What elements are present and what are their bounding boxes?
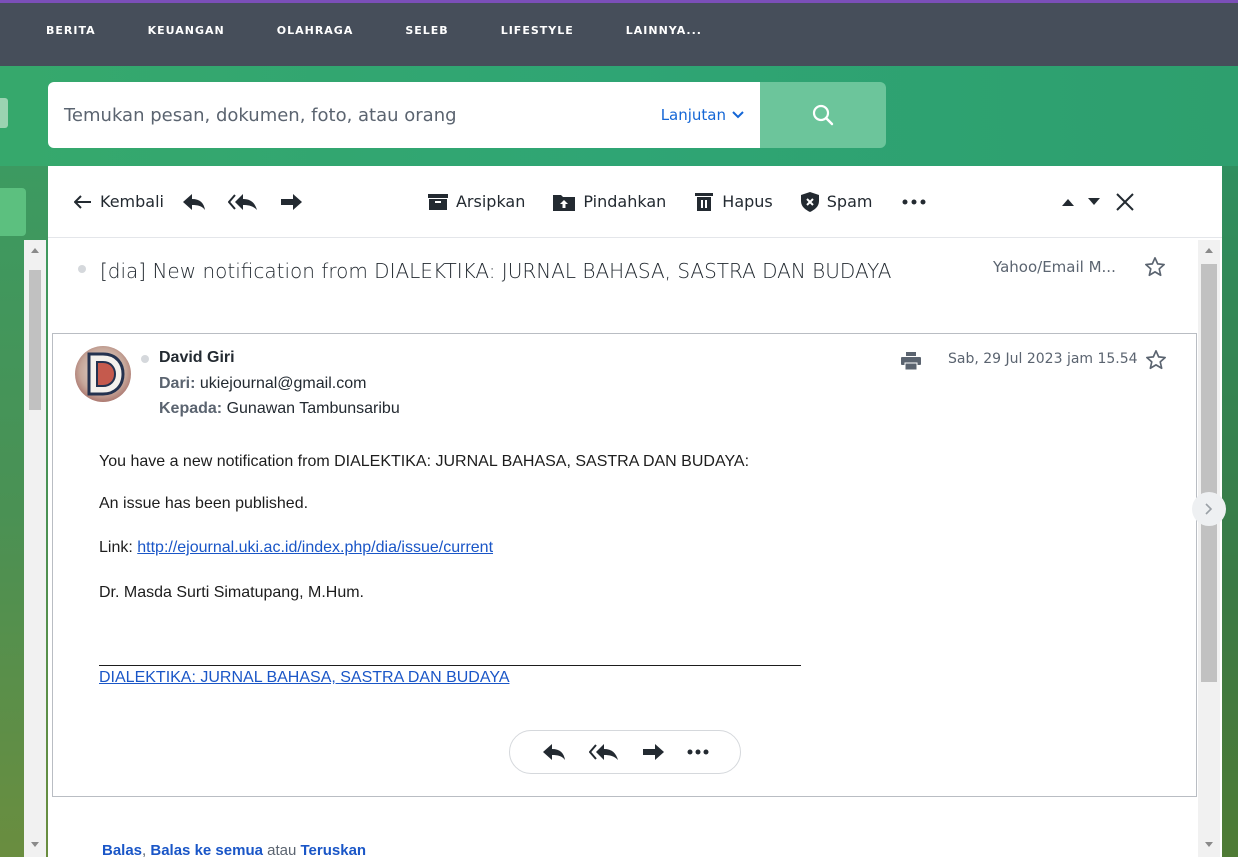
message-action-bar bbox=[509, 730, 741, 774]
left-edge-tab[interactable] bbox=[0, 98, 8, 128]
next-message-button[interactable] bbox=[1088, 197, 1101, 206]
spam-button[interactable]: Spam bbox=[800, 191, 873, 212]
forward-icon bbox=[642, 744, 664, 760]
delete-button[interactable]: Hapus bbox=[694, 192, 773, 212]
shield-x-icon bbox=[800, 191, 819, 212]
nav-item-more[interactable]: LAINNYA... bbox=[626, 24, 702, 37]
quick-reply-links: Balas, Balas ke semua atau Teruskan bbox=[102, 842, 367, 857]
sender-status-indicator bbox=[141, 355, 149, 363]
reply-all-button[interactable] bbox=[588, 743, 619, 761]
quick-forward-link[interactable]: Teruskan bbox=[301, 842, 367, 857]
more-horizontal-icon bbox=[687, 749, 708, 755]
more-horizontal-icon bbox=[902, 199, 926, 204]
to-line: Kepada: Gunawan Tambunsaribu bbox=[159, 400, 400, 418]
body-signature: Dr. Masda Surti Simatupang, M.Hum. bbox=[99, 584, 364, 601]
from-label: Dari: bbox=[159, 375, 196, 392]
nav-item-keuangan[interactable]: KEUANGAN bbox=[148, 24, 225, 37]
move-button[interactable]: Pindahkan bbox=[553, 192, 666, 211]
nav-item-seleb[interactable]: SELEB bbox=[405, 24, 448, 37]
folder-move-icon bbox=[553, 194, 576, 211]
reply-icon bbox=[542, 744, 565, 760]
search-placeholder: Temukan pesan, dokumen, foto, atau orang bbox=[64, 104, 457, 126]
quick-reply-or: atau bbox=[267, 842, 297, 857]
arrow-left-icon bbox=[74, 194, 91, 209]
message-scrollbar-thumb[interactable] bbox=[1201, 264, 1217, 682]
scroll-down-icon[interactable] bbox=[1205, 842, 1213, 847]
journal-link[interactable]: DIALEKTIKA: JURNAL BAHASA, SASTRA DAN BU… bbox=[99, 669, 509, 687]
left-scrollbar[interactable] bbox=[24, 240, 46, 857]
nav-item-olahraga[interactable]: OLAHRAGA bbox=[277, 24, 354, 37]
caret-down-icon bbox=[1088, 197, 1101, 205]
reply-button[interactable] bbox=[542, 743, 566, 761]
more-actions-button[interactable] bbox=[902, 199, 926, 205]
body-line-notification: You have a new notification from DIALEKT… bbox=[99, 453, 750, 470]
reply-button[interactable] bbox=[182, 193, 206, 211]
star-icon[interactable] bbox=[1144, 256, 1166, 278]
reply-icon bbox=[182, 193, 205, 210]
delete-label: Hapus bbox=[722, 192, 773, 211]
search-button[interactable] bbox=[760, 82, 886, 148]
close-button[interactable] bbox=[1116, 192, 1135, 211]
reply-all-icon bbox=[588, 744, 618, 760]
nav-item-lifestyle[interactable]: LIFESTYLE bbox=[501, 24, 574, 37]
message-scrollbar[interactable] bbox=[1198, 240, 1220, 857]
next-panel-button[interactable] bbox=[1192, 492, 1226, 526]
previous-message-button[interactable] bbox=[1062, 198, 1075, 206]
quick-reply-all-link[interactable]: Balas ke semua bbox=[150, 842, 263, 857]
top-nav: BERITA KEUANGAN OLAHRAGA SELEB LIFESTYLE… bbox=[0, 0, 1238, 66]
forward-icon bbox=[280, 193, 302, 210]
divider bbox=[99, 665, 801, 666]
back-button[interactable]: Kembali bbox=[74, 192, 164, 211]
scroll-down-icon[interactable] bbox=[31, 842, 39, 847]
issue-link[interactable]: http://ejournal.uki.ac.id/index.php/dia/… bbox=[137, 539, 493, 556]
nav-item-berita[interactable]: BERITA bbox=[46, 24, 96, 37]
quick-reply-link[interactable]: Balas bbox=[102, 842, 142, 857]
message-date: Sab, 29 Jul 2023 jam 15.54 bbox=[948, 351, 1138, 367]
unread-indicator[interactable] bbox=[78, 265, 86, 273]
star-icon[interactable] bbox=[1145, 349, 1167, 371]
chevron-down-icon bbox=[732, 111, 744, 119]
search-icon bbox=[812, 104, 834, 126]
trash-icon bbox=[695, 192, 714, 211]
body-line-published: An issue has been published. bbox=[99, 495, 309, 512]
forward-button[interactable] bbox=[280, 193, 302, 210]
spam-label: Spam bbox=[826, 192, 873, 211]
reply-all-icon bbox=[227, 193, 257, 210]
close-icon bbox=[1116, 192, 1135, 211]
scroll-up-icon[interactable] bbox=[31, 248, 39, 253]
avatar-letter-d-icon bbox=[87, 352, 125, 396]
to-label: Kepada: bbox=[159, 400, 223, 417]
chevron-right-icon bbox=[1205, 503, 1213, 515]
scroll-up-icon[interactable] bbox=[1205, 248, 1213, 253]
advanced-search-label: Lanjutan bbox=[660, 106, 726, 124]
back-label: Kembali bbox=[100, 192, 164, 211]
more-actions-button[interactable] bbox=[687, 749, 709, 755]
to-name[interactable]: Gunawan Tambunsaribu bbox=[227, 400, 400, 417]
left-scrollbar-thumb[interactable] bbox=[29, 270, 41, 410]
subject-row: [dia] New notification from DIALEKTIKA: … bbox=[52, 238, 1198, 332]
archive-button[interactable]: Arsipkan bbox=[427, 192, 526, 211]
sender-name[interactable]: David Giri bbox=[159, 349, 235, 367]
caret-up-icon bbox=[1062, 198, 1075, 206]
printer-icon[interactable] bbox=[901, 352, 921, 370]
message-toolbar: Kembali Arsipkan Pindahkan Hapus Spam bbox=[48, 166, 1222, 238]
archive-label: Arsipkan bbox=[455, 192, 526, 211]
folder-label[interactable]: Yahoo/Email M... bbox=[993, 258, 1116, 276]
advanced-search-button[interactable]: Lanjutan bbox=[661, 106, 744, 124]
from-email[interactable]: ukiejournal@gmail.com bbox=[200, 375, 367, 392]
compose-tab[interactable] bbox=[0, 188, 26, 236]
link-prefix: Link: bbox=[99, 539, 138, 556]
body-link-line: Link: http://ejournal.uki.ac.id/index.ph… bbox=[99, 539, 493, 557]
move-label: Pindahkan bbox=[583, 192, 667, 211]
forward-button[interactable] bbox=[642, 744, 664, 760]
from-line: Dari: ukiejournal@gmail.com bbox=[159, 375, 366, 393]
message-subject: [dia] New notification from DIALEKTIKA: … bbox=[100, 259, 892, 283]
archive-icon bbox=[427, 193, 448, 210]
avatar[interactable] bbox=[75, 346, 131, 402]
search-input[interactable]: Temukan pesan, dokumen, foto, atau orang… bbox=[48, 82, 760, 148]
reply-all-button[interactable] bbox=[227, 193, 258, 211]
message-card: David Giri Dari: ukiejournal@gmail.com K… bbox=[52, 333, 1197, 797]
